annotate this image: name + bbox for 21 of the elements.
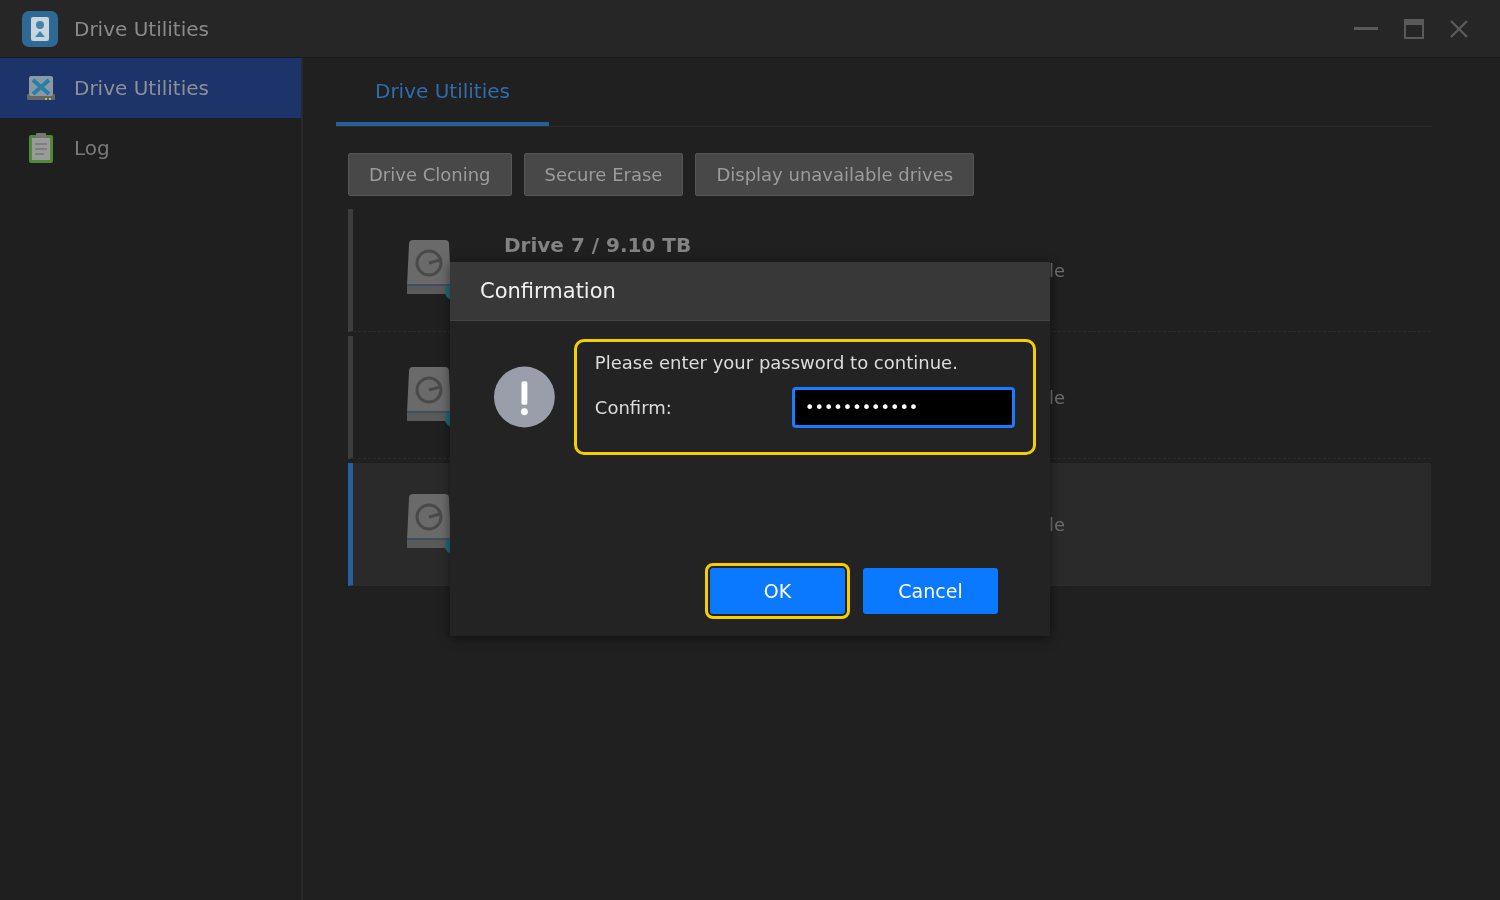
drive-name: Drive 7 / 9.10 TB bbox=[504, 233, 692, 257]
minimize-icon bbox=[1354, 26, 1378, 31]
sidebar-item[interactable]: Drive Utilities bbox=[0, 58, 301, 118]
password-field[interactable]: •••••••••••• bbox=[792, 387, 1015, 428]
tab[interactable]: Drive Utilities bbox=[336, 58, 549, 126]
drive-status: le bbox=[1048, 386, 1065, 408]
sidebar-item[interactable]: Log bbox=[0, 118, 301, 178]
window-title: Drive Utilities bbox=[74, 16, 209, 41]
field-label: Confirm: bbox=[594, 397, 672, 418]
toolbar-button[interactable]: Drive Cloning bbox=[348, 153, 512, 196]
drive-status: le bbox=[1048, 259, 1065, 281]
dialog-message: Please enter your password to continue. bbox=[594, 352, 959, 373]
warning-icon bbox=[493, 365, 556, 429]
app-icon bbox=[22, 10, 58, 47]
toolbar-button[interactable]: Secure Erase bbox=[523, 153, 684, 196]
maximize-icon bbox=[1404, 18, 1424, 39]
close-icon bbox=[1450, 19, 1468, 38]
dialog-button[interactable]: Cancel bbox=[863, 568, 998, 614]
toolbar-button[interactable]: Display unavailable drives bbox=[695, 153, 975, 196]
dialog-title: Confirmation bbox=[450, 262, 1050, 321]
drive-status: le bbox=[1048, 513, 1065, 535]
